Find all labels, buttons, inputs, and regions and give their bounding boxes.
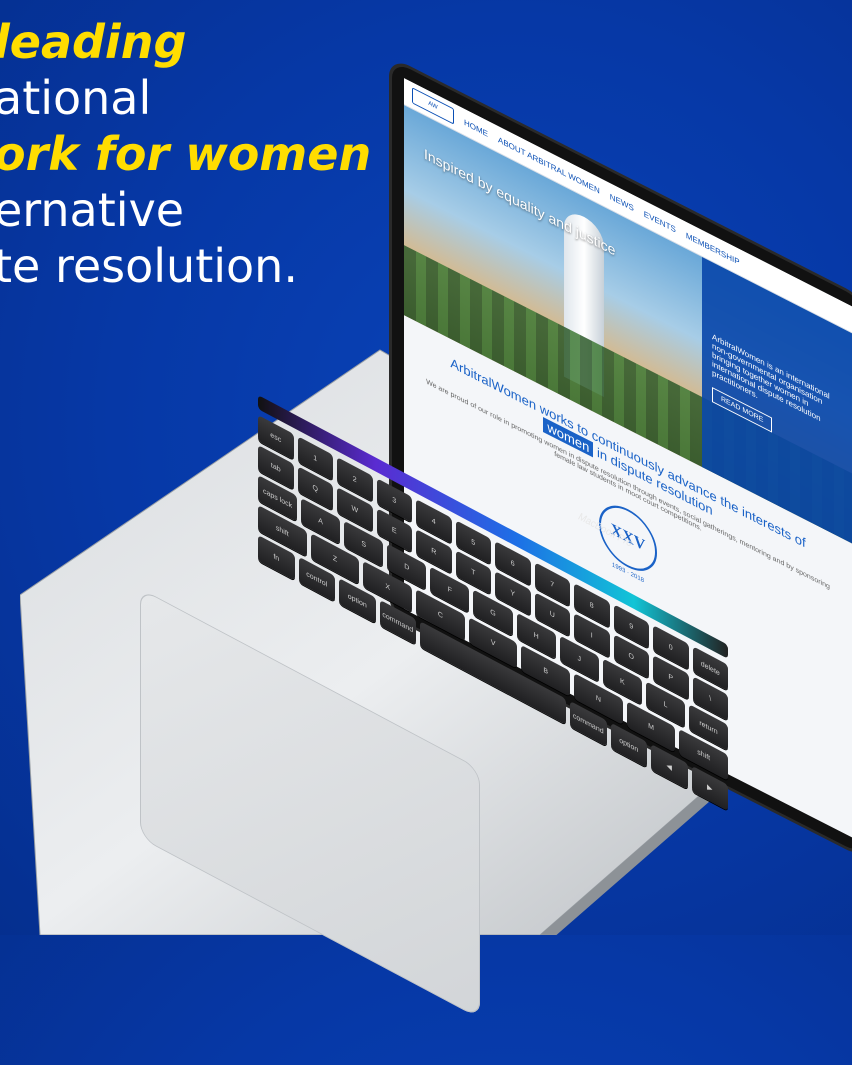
panel-text: ArbitralWomen is an international non-go… xyxy=(712,332,830,424)
laptop-scene: AW HOME ABOUT ARBITRAL WOMEN NEWS EVENTS… xyxy=(0,0,852,1019)
nav-item: HOME xyxy=(464,117,488,139)
nav-item: NEWS xyxy=(609,191,634,213)
